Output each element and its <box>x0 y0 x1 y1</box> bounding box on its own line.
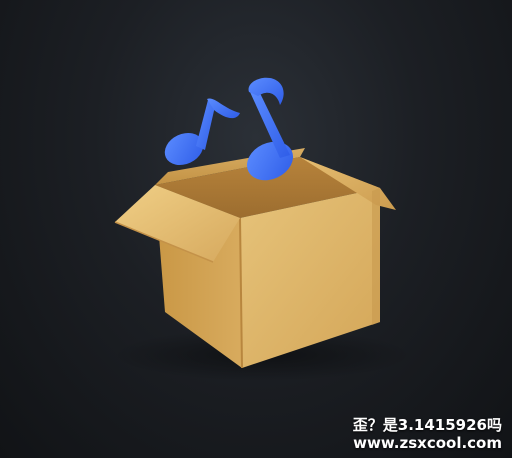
watermark-line-2: www.zsxcool.com <box>353 434 502 452</box>
watermark-line-1: 歪？是3.1415926吗 <box>352 416 502 434</box>
music-box-icon <box>112 77 412 381</box>
music-note-left-icon <box>164 98 240 166</box>
watermark: 歪？是3.1415926吗 www.zsxcool.com <box>353 416 502 452</box>
